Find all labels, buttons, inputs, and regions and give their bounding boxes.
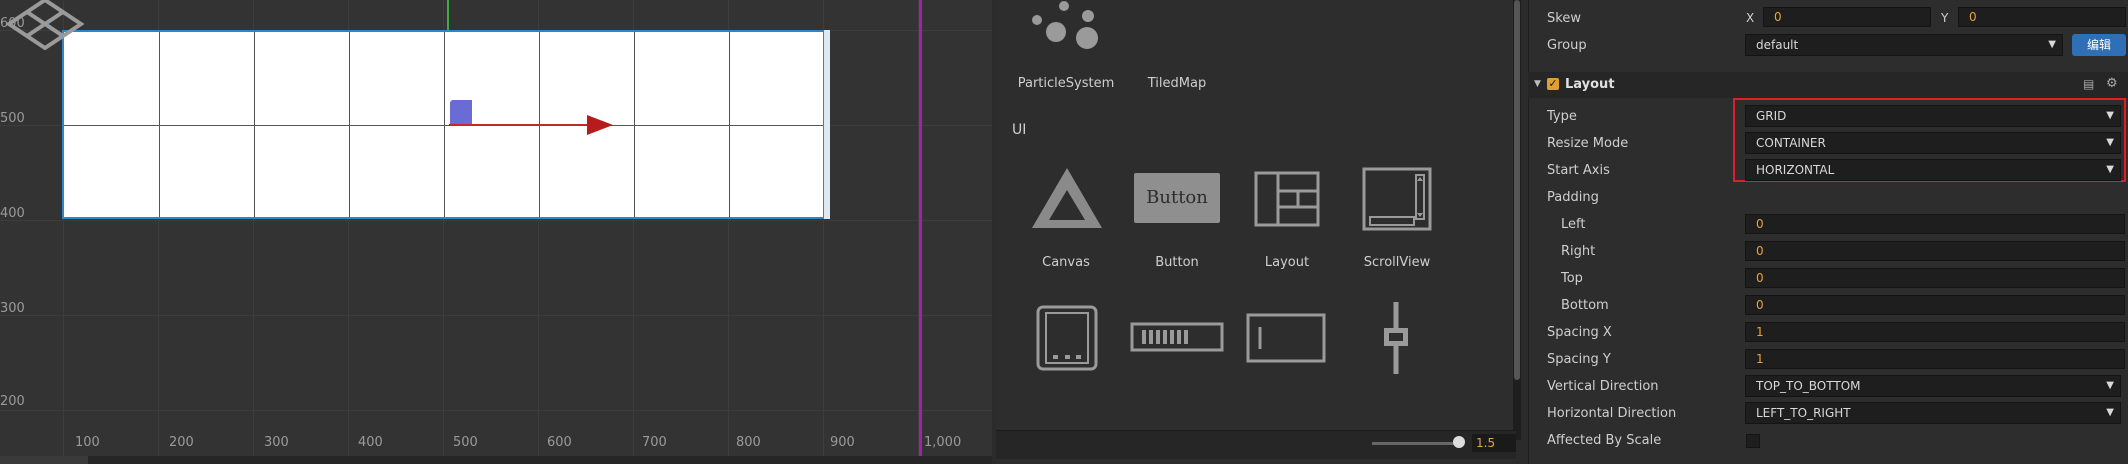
resize-mode-value: CONTAINER: [1756, 136, 1826, 150]
zoom-slider-knob[interactable]: [1453, 436, 1465, 448]
button-preview-text: Button: [1146, 187, 1208, 208]
affected-by-scale-checkbox[interactable]: [1746, 434, 1760, 448]
x-axis-label: 200: [169, 435, 194, 450]
gear-icon[interactable]: ⚙: [2106, 76, 2118, 91]
node-anchor-handle[interactable]: [450, 100, 472, 124]
x-axis-label: 800: [736, 435, 761, 450]
padding-bottom-field[interactable]: 0: [1745, 295, 2125, 315]
padding-bottom-label: Bottom: [1561, 298, 1609, 313]
type-select[interactable]: GRID ▼: [1745, 105, 2121, 127]
skew-y-field[interactable]: 0: [1958, 7, 2126, 27]
edit-group-button[interactable]: 编辑: [2072, 34, 2126, 56]
layout-component-header[interactable]: [1528, 72, 2128, 98]
horizontal-direction-label: Horizontal Direction: [1547, 406, 1677, 421]
zoom-value-field[interactable]: 1.5: [1472, 434, 1516, 452]
group-select[interactable]: default ▼: [1745, 34, 2063, 56]
zoom-slider-track[interactable]: [1372, 442, 1460, 445]
skew-y-tag: Y: [1941, 11, 1949, 25]
vertical-direction-label: Vertical Direction: [1547, 379, 1659, 394]
padding-top-label: Top: [1561, 271, 1583, 286]
skew-label: Skew: [1547, 11, 1581, 26]
spacing-y-field[interactable]: 1: [1745, 349, 2125, 369]
padding-top-field[interactable]: 0: [1745, 268, 2125, 288]
layout-component-title: Layout: [1565, 77, 1615, 92]
chevron-down-icon: ▼: [2106, 164, 2114, 175]
skew-x-tag: X: [1746, 11, 1755, 25]
spacing-x-field[interactable]: 1: [1745, 322, 2125, 342]
widget-library-panel: [996, 0, 1516, 464]
chevron-down-icon: ▼: [2106, 380, 2114, 391]
progressbar-widget-icon[interactable]: [1130, 322, 1224, 352]
padding-left-field[interactable]: 0: [1745, 214, 2125, 234]
spacing-y-label: Spacing Y: [1547, 352, 1611, 367]
scene-status-bar: [0, 456, 992, 464]
type-value: GRID: [1756, 109, 1787, 123]
chevron-down-icon: ▼: [2048, 39, 2056, 50]
y-axis-label: 200: [0, 394, 25, 409]
library-scrollbar-thumb[interactable]: [1514, 0, 1520, 380]
layout-widget-icon[interactable]: [1254, 171, 1320, 227]
scene-view[interactable]: 600 500 400 300 200 100 200 300 400 500 …: [0, 0, 992, 464]
resize-mode-select[interactable]: CONTAINER ▼: [1745, 132, 2121, 154]
vertical-direction-value: TOP_TO_BOTTOM: [1756, 379, 1861, 393]
grid-divider: [64, 125, 827, 126]
x-gizmo-axis[interactable]: [449, 124, 589, 126]
y-axis-label: 500: [0, 111, 25, 126]
editbox-widget-icon[interactable]: [1246, 313, 1326, 363]
chevron-down-icon: ▼: [2106, 407, 2114, 418]
particle-system-icon[interactable]: [1028, 0, 1100, 56]
pageview-widget-icon[interactable]: [1032, 305, 1102, 371]
y-axis-label: 300: [0, 301, 25, 316]
layout-node-grid[interactable]: [62, 30, 829, 219]
y-axis-label: 400: [0, 206, 25, 221]
x-axis-label: 400: [358, 435, 383, 450]
x-axis-label: 300: [264, 435, 289, 450]
section-title-ui: UI: [1012, 122, 1027, 138]
slider-widget-icon[interactable]: [1376, 300, 1416, 376]
horizontal-direction-value: LEFT_TO_RIGHT: [1756, 406, 1851, 420]
x-axis-label: 900: [830, 435, 855, 450]
x-axis-label: 500: [453, 435, 478, 450]
x-axis-label: 100: [75, 435, 100, 450]
skew-x-field[interactable]: 0: [1763, 7, 1931, 27]
group-label: Group: [1547, 38, 1587, 53]
padding-left-label: Left: [1561, 217, 1586, 232]
asset-label: TiledMap: [1147, 76, 1207, 91]
chevron-down-icon: ▼: [2106, 137, 2114, 148]
affected-by-scale-label: Affected By Scale: [1547, 433, 1662, 448]
x-axis-label: 1,000: [924, 435, 962, 450]
scrollview-widget-icon[interactable]: [1362, 167, 1432, 231]
node-edge-handle[interactable]: [823, 30, 830, 219]
horizontal-direction-select[interactable]: LEFT_TO_RIGHT ▼: [1745, 402, 2121, 424]
design-resolution-line: [919, 0, 922, 464]
spacing-x-label: Spacing X: [1547, 325, 1612, 340]
start-axis-value: HORIZONTAL: [1756, 163, 1835, 177]
book-icon[interactable]: ▤: [2083, 77, 2094, 91]
x-gizmo-arrow-icon[interactable]: [587, 115, 613, 135]
group-value: default: [1756, 38, 1799, 52]
padding-right-field[interactable]: 0: [1745, 241, 2125, 261]
vertical-direction-select[interactable]: TOP_TO_BOTTOM ▼: [1745, 375, 2121, 397]
resize-mode-label: Resize Mode: [1547, 136, 1629, 151]
tiledmap-icon[interactable]: [0, 0, 90, 50]
x-axis-label: 700: [642, 435, 667, 450]
canvas-triangle-icon[interactable]: [1030, 164, 1104, 232]
padding-label: Padding: [1547, 190, 1599, 205]
start-axis-label: Start Axis: [1547, 163, 1610, 178]
scene-bottom-tab[interactable]: [0, 456, 88, 464]
x-axis-label: 600: [547, 435, 572, 450]
asset-label: ScrollView: [1363, 255, 1431, 270]
chevron-down-icon: ▼: [2106, 110, 2114, 121]
collapse-triangle-icon[interactable]: ▼: [1534, 79, 1541, 89]
type-label: Type: [1547, 109, 1577, 124]
layout-enabled-checkbox[interactable]: ✓: [1547, 78, 1559, 90]
start-axis-select[interactable]: HORIZONTAL ▼: [1745, 159, 2121, 181]
button-widget-icon[interactable]: Button: [1134, 173, 1220, 223]
padding-right-label: Right: [1561, 244, 1596, 259]
